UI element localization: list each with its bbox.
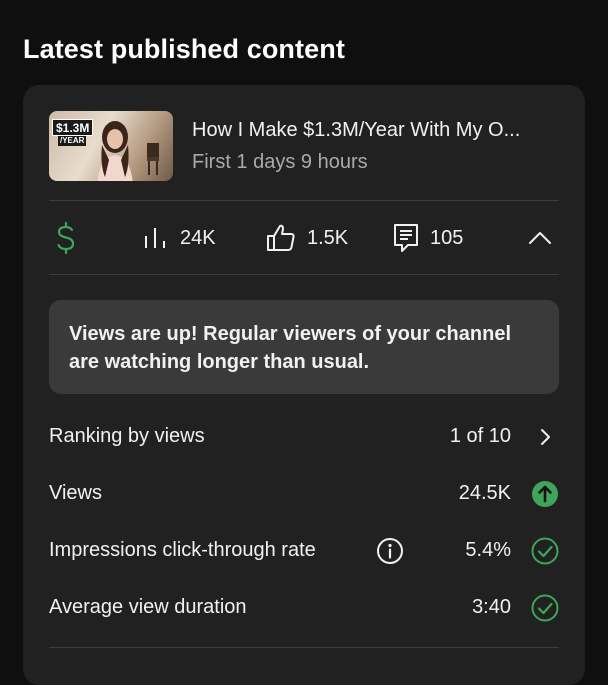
dollar-icon (54, 221, 78, 255)
check-circle-icon (531, 594, 559, 622)
section-title: Latest published content (23, 34, 345, 64)
person-figure (97, 121, 133, 181)
metric-value: 5.4% (465, 539, 511, 561)
metric-value: 1 of 10 (449, 425, 511, 447)
comments-stat[interactable]: 105 (392, 201, 463, 275)
metric-label: Views (49, 482, 102, 504)
thumbs-up-icon (265, 222, 297, 254)
metric-row-avg-duration: Average view duration 3:40 (49, 587, 559, 627)
metric-row-ranking[interactable]: Ranking by views 1 of 10 (49, 416, 559, 456)
comment-icon (392, 222, 420, 254)
collapse-button[interactable] (527, 201, 553, 275)
bar-chart-icon (142, 224, 170, 252)
video-title[interactable]: How I Make $1.3M/Year With My O... (192, 119, 562, 142)
metric-label: Average view duration (49, 596, 247, 618)
views-stat[interactable]: 24K (142, 201, 216, 275)
latest-content-card: $1.3M /YEAR How I Make $1.3M/Year With M… (23, 85, 585, 685)
metric-value: 24.5K (458, 482, 511, 504)
video-thumbnail[interactable]: $1.3M /YEAR (49, 111, 173, 181)
metric-row-ctr: Impressions click-through rate 5.4% (49, 530, 559, 570)
metric-row-views: Views 24.5K (49, 473, 559, 513)
chair-shape (147, 143, 159, 175)
performance-notice: Views are up! Regular viewers of your ch… (49, 300, 559, 394)
metric-label: Ranking by views (49, 425, 205, 447)
views-count: 24K (180, 226, 216, 249)
revenue-stat[interactable] (54, 201, 78, 275)
info-icon[interactable] (376, 537, 404, 565)
likes-count: 1.5K (307, 226, 349, 249)
chevron-right-icon (531, 423, 559, 451)
notice-text: Views are up! Regular viewers of your ch… (69, 323, 512, 373)
metric-label: Impressions click-through rate (49, 539, 316, 561)
likes-stat[interactable]: 1.5K (265, 201, 348, 275)
chevron-up-icon (527, 229, 553, 247)
thumbnail-badge-sub: /YEAR (58, 136, 87, 146)
check-circle-icon (531, 537, 559, 565)
metric-value: 3:40 (472, 596, 511, 618)
comments-count: 105 (430, 226, 464, 249)
stats-row: 24K 1.5K 105 (49, 201, 559, 275)
arrow-up-circle-icon (531, 480, 559, 508)
video-published-age: First 1 days 9 hours (192, 151, 368, 173)
divider (49, 274, 559, 275)
thumbnail-badge: $1.3M (52, 119, 94, 136)
divider (49, 647, 559, 648)
